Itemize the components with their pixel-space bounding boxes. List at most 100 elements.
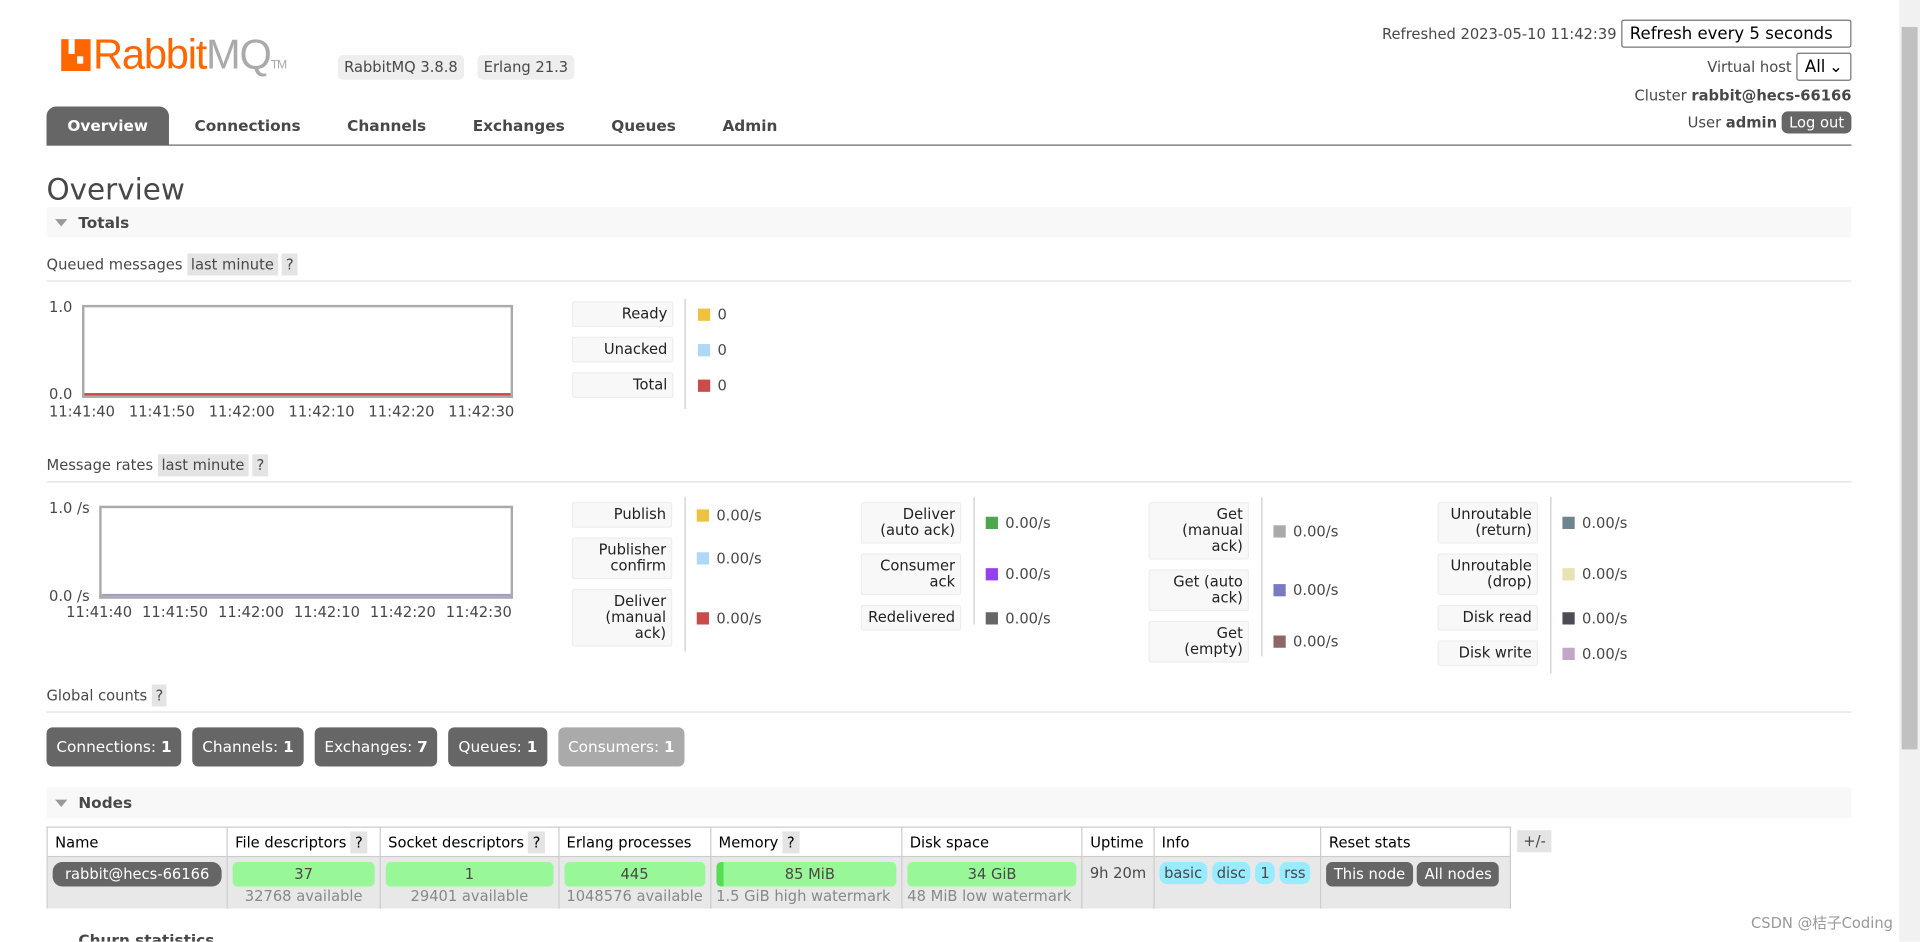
reset-this-node-button[interactable]: This node (1326, 862, 1413, 887)
x-tick: 11:42:20 (368, 402, 435, 421)
rate-column: Publish 0.00/s Publisher confirm 0.00/s Deli… (571, 497, 762, 656)
rate-item: Redelivered 0.00/s (860, 604, 1051, 631)
cluster-label: Cluster (1634, 86, 1687, 105)
queued-range-button[interactable]: last minute (187, 253, 278, 276)
count-channels-button[interactable]: Channels: 1 (192, 727, 304, 767)
scrollbar-thumb[interactable] (1901, 26, 1918, 750)
rabbitmq-logo: RabbitMQTM (61, 32, 287, 80)
rate-value: 0.00/s (1582, 565, 1628, 583)
rate-label: Redelivered (860, 604, 962, 631)
fd-available: 32768 available (244, 887, 363, 905)
count-value: 1 (160, 737, 172, 756)
nodes-section-toggle[interactable]: Nodes (46, 787, 1852, 818)
count-value: 7 (417, 737, 428, 756)
rabbitmq-version: RabbitMQ 3.8.8 (337, 55, 464, 80)
legend-swatch (697, 378, 711, 392)
rate-label: Disk write (1437, 640, 1538, 667)
main-nav: Overview Connections Channels Exchanges Queu… (46, 106, 1852, 146)
x-tick: 11:42:10 (293, 603, 360, 621)
x-tick: 11:41:50 (128, 402, 195, 421)
tab-admin[interactable]: Admin (702, 107, 799, 145)
rate-column: Deliver (auto ack) 0.00/s Consumer ack 0.00… (860, 497, 1051, 640)
refresh-interval-select[interactable]: Refresh every 5 seconds⌄ (1621, 19, 1852, 69)
rabbit-logo-icon (61, 39, 91, 72)
count-connections-button[interactable]: Connections: 1 (46, 727, 182, 767)
rate-value: 0.00/s (1582, 644, 1628, 662)
info-tag: disc (1211, 862, 1251, 885)
column-header: Reset stats (1320, 826, 1512, 858)
rate-swatch (696, 552, 709, 565)
column-header: Erlang processes (557, 826, 712, 858)
rate-swatch (985, 611, 998, 624)
legend-item: Ready 0 (571, 301, 727, 327)
tab-overview[interactable]: Overview (46, 106, 169, 145)
tab-queues[interactable]: Queues (590, 107, 696, 145)
rate-value: 0.00/s (716, 549, 762, 567)
x-tick: 11:42:10 (288, 402, 355, 421)
rate-swatch (1273, 584, 1286, 597)
tab-exchanges[interactable]: Exchanges (452, 107, 586, 145)
queued-messages-chart (82, 304, 514, 398)
columns-toggle-button[interactable]: +/- (1517, 830, 1552, 853)
count-queues-button[interactable]: Queues: 1 (448, 727, 548, 767)
rate-value: 0.00/s (1005, 609, 1051, 627)
rate-value: 0.00/s (1293, 633, 1339, 651)
rate-swatch (1562, 568, 1575, 581)
rate-item: Unroutable (drop) 0.00/s (1437, 553, 1628, 596)
rate-item: Consumer ack 0.00/s (860, 553, 1051, 596)
totals-section-toggle[interactable]: Totals (46, 206, 1852, 238)
help-button[interactable]: ? (781, 830, 800, 853)
rate-item: Get (manual ack) 0.00/s (1148, 502, 1338, 560)
count-value: 1 (283, 737, 294, 756)
uptime: 9h 20m (1081, 856, 1155, 909)
global-help-button[interactable]: ? (151, 684, 168, 707)
legend-label: Ready (571, 301, 674, 327)
x-tick: 11:42:30 (445, 603, 512, 621)
rate-label: Get (empty) (1148, 620, 1249, 663)
help-button[interactable]: ? (350, 830, 368, 853)
tab-connections[interactable]: Connections (174, 107, 322, 145)
erlang-version: Erlang 21.3 (477, 55, 575, 80)
global-counts-label: Global counts (46, 686, 148, 705)
nodes-table: Name File descriptors? Socket descriptors?… (46, 826, 1512, 909)
x-tick: 11:42:00 (208, 402, 275, 421)
message-rates-chart (99, 505, 514, 599)
legend-value: 0 (717, 305, 727, 323)
count-exchanges-button[interactable]: Exchanges: 7 (314, 727, 438, 767)
churn-section-toggle[interactable]: Churn statistics (47, 931, 214, 942)
rate-column: Unroutable (return) 0.00/s Unroutable (dro… (1437, 497, 1628, 676)
rate-swatch (1562, 516, 1575, 529)
count-label: Queues: (458, 737, 522, 756)
count-consumers-button[interactable]: Consumers: 1 (558, 727, 685, 767)
vhost-select[interactable]: All ⌄ (1796, 52, 1852, 81)
count-label: Consumers: (567, 737, 660, 756)
rate-value: 0.00/s (1582, 609, 1628, 627)
memory-bar: 85 MiB (716, 862, 897, 887)
count-label: Connections: (56, 737, 157, 756)
rate-label: Publisher confirm (571, 537, 673, 580)
x-tick: 11:41:40 (66, 603, 133, 621)
rates-help-button[interactable]: ? (252, 454, 268, 477)
node-name-link[interactable]: rabbit@hecs-66166 (52, 862, 222, 887)
legend-item: Total 0 (571, 372, 727, 398)
info-tag: 1 (1255, 862, 1275, 885)
legend-label: Total (571, 372, 674, 398)
rate-item: Deliver (auto ack) 0.00/s (860, 502, 1051, 544)
sd-available: 29401 available (410, 887, 529, 905)
legend-swatch (697, 343, 711, 356)
column-label: Reset stats (1328, 833, 1411, 851)
rates-range-button[interactable]: last minute (157, 454, 249, 477)
legend-item: Unacked 0 (571, 336, 727, 363)
help-button[interactable]: ? (527, 830, 546, 853)
queued-help-button[interactable]: ? (282, 253, 298, 276)
x-tick: 11:41:50 (142, 603, 209, 621)
column-label: Memory (718, 833, 779, 851)
rate-item: Get (auto ack) 0.00/s (1148, 569, 1338, 612)
tab-channels[interactable]: Channels (326, 107, 447, 145)
scrollbar[interactable] (1899, 0, 1920, 942)
x-tick: 11:41:40 (48, 402, 115, 421)
legend-value: 0 (717, 341, 727, 359)
watermark: CSDN @桔子Coding (1751, 914, 1893, 932)
rate-label: Get (auto ack) (1148, 569, 1249, 612)
reset-all-nodes-button[interactable]: All nodes (1417, 862, 1500, 887)
